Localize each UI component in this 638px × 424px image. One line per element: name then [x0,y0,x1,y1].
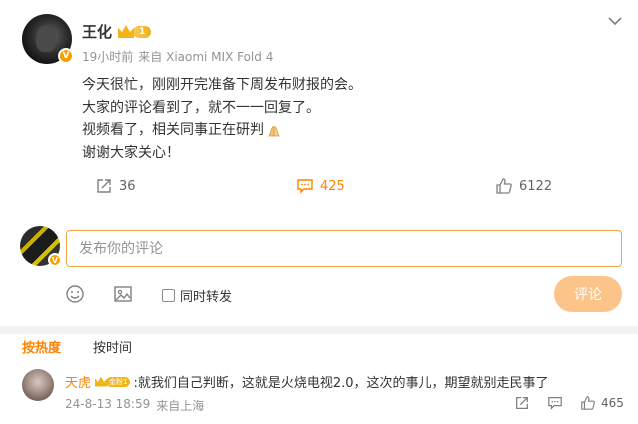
repost-option[interactable]: 同时转发 [162,286,232,305]
image-icon[interactable] [113,284,133,304]
vip-level: 1 [133,25,152,38]
comment-content: 天虎 金粉1 :就我们自己判断，这就是火烧电视2.0，这次的事儿，期望就别走民事… [65,372,549,391]
vip-badge[interactable]: 1 [118,24,152,39]
thumbs-up-icon [581,396,595,410]
post-body: 今天很忙，刚刚开完准备下周发布财报的会。 大家的评论看到了，就不一一回复了。 视… [82,74,362,164]
post-line-with-emoji: 视频看了，相关同事正在研判 [82,119,362,142]
author-row: 王化 1 [82,21,152,42]
crown-icon [118,25,135,38]
post-line: 今天很忙，刚刚开完准备下周发布财报的会。 [82,77,362,93]
smiley-icon[interactable] [65,284,85,304]
comment-bubble-icon [297,179,313,194]
comment-bubble-icon[interactable] [547,395,563,411]
post-meta: 19小时前 来自 Xiaomi MIX Fold 4 [82,48,273,65]
current-user-avatar[interactable]: V [20,226,62,267]
repost-count: 36 [119,178,136,194]
like-count: 6122 [519,178,553,194]
post-actions: 36 425 6122 [0,177,638,199]
post-line: 大家的评论看到了，就不一一回复了。 [82,99,320,116]
tab-sort-by-hot[interactable]: 按热度 [22,337,61,356]
author-name[interactable]: 王化 [82,21,112,42]
post-line: 谢谢大家关心！ [82,144,180,161]
crown-icon [95,376,108,387]
fan-badge[interactable]: 金粉1 [95,376,131,387]
verified-badge: V [58,48,74,64]
share-icon [97,179,111,193]
comment-like-button[interactable]: 465 [580,395,624,411]
repost-checkbox[interactable] [162,289,175,302]
post-line-text: 视频看了，相关同事正在研判 [82,122,264,138]
comment-button[interactable]: 425 [296,177,345,195]
repost-option-label: 同时转发 [180,290,233,305]
comment-text: :就我们自己判断，这就是火烧电视2.0，这次的事儿，期望就别走民事了 [133,376,549,391]
post-source: 来自 Xiaomi MIX Fold 4 [138,50,274,64]
thumbs-up-icon [496,178,512,194]
submit-comment-button[interactable]: 评论 [554,276,622,312]
like-button[interactable]: 6122 [495,177,552,195]
comment-actions: 465 [0,395,638,413]
tab-sort-by-time[interactable]: 按时间 [93,337,132,356]
chevron-down-icon[interactable] [608,16,622,26]
commenter-name[interactable]: 天虎 [65,372,91,391]
praying-hands-emoji [268,126,280,137]
verified-badge: V [48,253,62,267]
section-divider [0,326,638,334]
share-icon[interactable] [514,395,530,411]
author-avatar[interactable]: V [22,14,74,64]
fan-badge-label: 金粉1 [106,376,131,387]
comment-count: 425 [320,178,345,194]
repost-button[interactable]: 36 [95,177,136,195]
post-time[interactable]: 19小时前 [82,48,133,65]
comment-input[interactable] [66,230,622,267]
comment-like-count: 465 [601,396,624,410]
